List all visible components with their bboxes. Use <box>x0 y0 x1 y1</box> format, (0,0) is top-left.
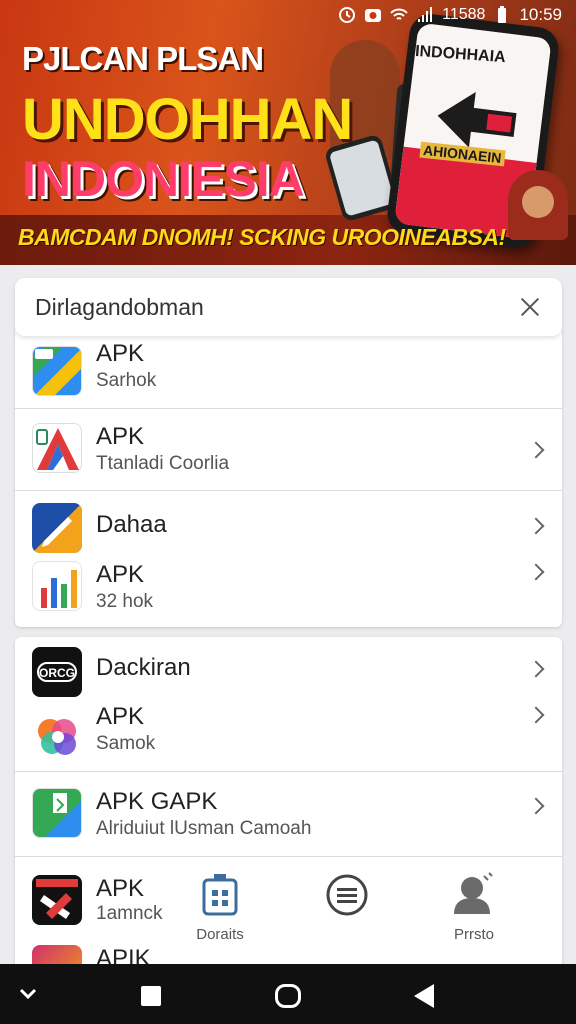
list-item[interactable]: ORCG Dackiran <box>15 637 562 699</box>
tab-list[interactable] <box>307 868 387 948</box>
list-item[interactable]: APK Samok <box>15 699 562 771</box>
tab-label: Doraits <box>196 926 244 943</box>
list-item-title: APK <box>96 340 145 367</box>
list-item-subtitle: Samok <box>96 733 156 754</box>
chevron-right-icon <box>527 660 545 678</box>
tab-doraits[interactable]: Doraits <box>180 868 260 948</box>
status-bar: 11588 10:59 <box>338 4 562 26</box>
list-item-title: APK <box>96 875 145 902</box>
logo-app-icon: ORCG <box>32 647 82 697</box>
list-item-title: APK <box>96 423 145 450</box>
tab-label: Prrsto <box>453 926 494 943</box>
signal-text: 11588 <box>442 6 486 23</box>
list-item[interactable]: APK Ttanladi Coorlia <box>15 409 562 491</box>
clock: 10:59 <box>519 5 562 24</box>
maps-app-icon <box>32 788 82 838</box>
chevron-right-icon <box>527 517 545 535</box>
maps-app-icon <box>32 346 82 396</box>
list-item-title: APK <box>96 561 145 588</box>
bottom-tab-bar: Doraits Prrsto <box>180 868 550 948</box>
signal-icon <box>418 7 433 22</box>
list-item[interactable]: Dahaa <box>15 491 562 553</box>
list-item-title: APK <box>96 703 145 730</box>
list-circle-icon <box>326 874 368 916</box>
alarm-icon <box>339 7 356 23</box>
profile-icon <box>454 872 493 914</box>
camera-icon <box>365 9 382 22</box>
list-item-subtitle: Alriduiut lUsman Camoah <box>96 818 312 839</box>
banner-person-graphic <box>508 170 568 240</box>
chevron-right-icon <box>527 563 545 581</box>
edit-app-icon <box>32 503 82 553</box>
search-input[interactable] <box>35 293 518 321</box>
banner-headline-1: PJLCAN PLSAN <box>22 40 264 77</box>
list-item-subtitle: Sarhok <box>96 370 157 391</box>
chevron-right-icon <box>527 441 545 459</box>
chart-app-icon <box>32 561 82 611</box>
battery-icon <box>498 6 507 23</box>
app-list-card-1: APK Sarhok APK Ttanladi Coorlia Dahaa AP… <box>15 330 562 627</box>
chevron-down-icon[interactable] <box>18 986 38 1002</box>
back-icon[interactable] <box>410 982 438 1010</box>
chevron-right-icon <box>527 797 545 815</box>
recent-apps-button[interactable] <box>141 986 161 1006</box>
close-icon[interactable] <box>518 295 542 319</box>
promo-banner[interactable]: INDOHHAIA AHIONAEIN 11588 10:59 PJLCAN P… <box>0 0 576 265</box>
banner-headline-2: UNDOHHAN <box>22 87 353 152</box>
banner-headline-3: INDONIESIA <box>22 151 305 207</box>
list-item-subtitle: 1amnck <box>96 903 163 924</box>
letter-a-app-icon <box>32 423 82 473</box>
list-item[interactable]: APK Sarhok <box>15 330 562 408</box>
building-icon <box>202 874 238 916</box>
list-item[interactable]: APK GAPK Alriduiut lUsman Camoah <box>15 772 562 856</box>
tools-app-icon <box>32 875 82 925</box>
colorful-app-icon <box>32 709 82 759</box>
tab-profile[interactable]: Prrsto <box>434 868 514 948</box>
list-item[interactable]: APK 32 hok <box>15 549 562 627</box>
list-item-title: APK GAPK <box>96 788 218 815</box>
list-item-title: Dackiran <box>96 654 191 681</box>
app-list-card-2: ORCG Dackiran APK Samok APK GAPK Alridui… <box>15 637 562 967</box>
list-item-subtitle: 32 hok <box>96 591 154 612</box>
list-item-title: Dahaa <box>96 511 167 538</box>
list-item-subtitle: Ttanladi Coorlia <box>96 453 230 474</box>
wifi-icon <box>390 8 408 20</box>
search-bar[interactable] <box>15 278 562 336</box>
chevron-right-icon <box>527 706 545 724</box>
banner-tagline: BAMCDAM DNOMH! SCKING UROOINEABSA! <box>18 224 506 250</box>
system-navigation-bar <box>0 964 576 1024</box>
logo-text: ORCG <box>39 666 75 680</box>
home-button[interactable] <box>275 984 301 1008</box>
